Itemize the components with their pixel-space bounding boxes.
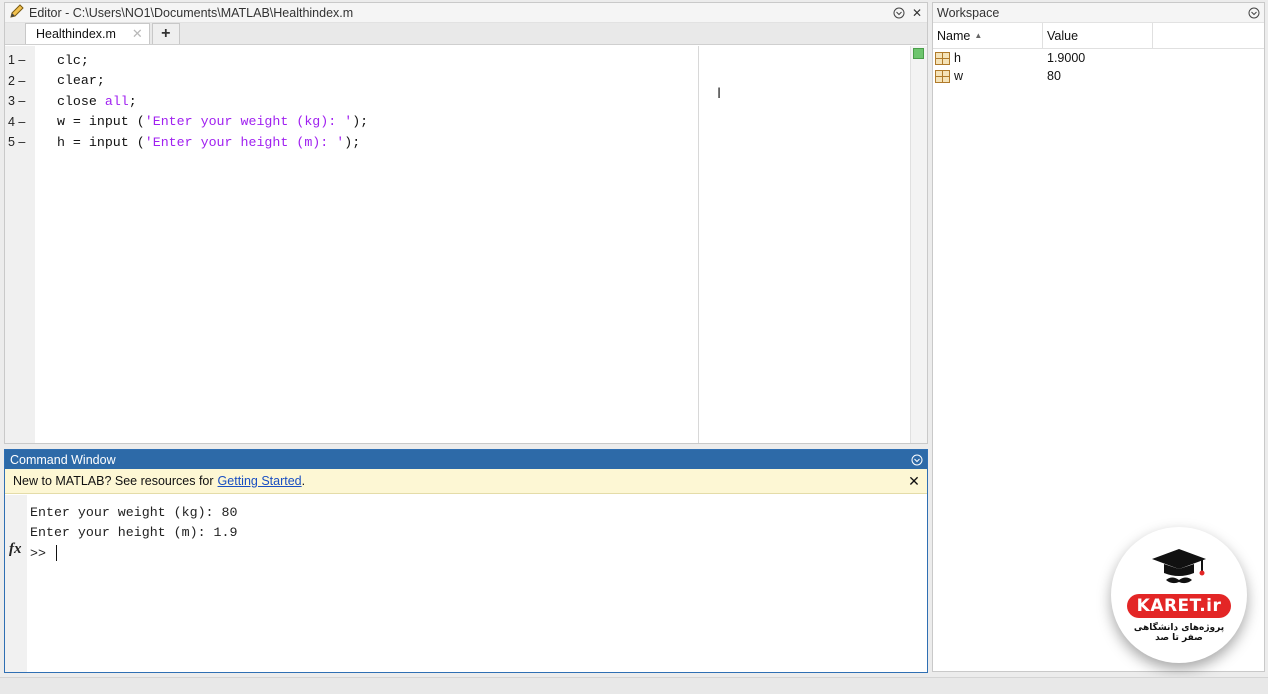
code-line[interactable]: 4 – w = input ('Enter your weight (kg): … (5, 112, 705, 133)
editor-titlebar: Editor - C:\Users\NO1\Documents\MATLAB\H… (5, 3, 927, 23)
notice-message: New to MATLAB? See resources for (13, 474, 214, 488)
logo-brand: KARET.ir (1126, 594, 1232, 618)
editor-menu-icon[interactable] (891, 5, 907, 21)
logo-subtitle-2: صفر تا صد (1155, 633, 1203, 643)
function-browser-icon[interactable]: fx (9, 541, 22, 558)
workspace-title: Workspace (937, 5, 1000, 20)
code-line[interactable]: 3 – close all; (5, 91, 705, 112)
variable-name: w (954, 69, 964, 83)
code-token: clc; (56, 52, 89, 68)
workspace-row[interactable]: h 1.9000 (933, 49, 1264, 67)
variable-name: h (954, 51, 961, 65)
karet-logo: KARET.ir پروژه‌های دانشگاهی صفر تا صد (1111, 527, 1247, 663)
workspace-table-header: Name ▲ Value (933, 22, 1264, 49)
editor-panel: Editor - C:\Users\NO1\Documents\MATLAB\H… (4, 2, 928, 444)
value-column-label: Value (1047, 28, 1079, 43)
keyword-token: all (104, 93, 129, 109)
tab-healthindex[interactable]: Healthindex.m ✕ (25, 23, 150, 44)
workspace-row[interactable]: w 80 (933, 67, 1264, 85)
code-token: w = input ( (56, 114, 145, 130)
editor-title: Editor - C:\Users\NO1\Documents\MATLAB\H… (29, 5, 354, 20)
name-column-header[interactable]: Name ▲ (933, 22, 1043, 49)
code-area[interactable]: 1 – clc; 2 – clear; 3 – close all; 4 – w = … (5, 46, 927, 443)
output-line: Enter your weight (kg): 80 (30, 504, 238, 520)
matlab-window: Editor - C:\Users\NO1\Documents\MATLAB\H… (0, 0, 1268, 694)
code-token: ); (352, 114, 369, 130)
command-window-title: Command Window (10, 452, 116, 467)
add-tab-button[interactable]: + (151, 23, 180, 44)
graduation-cap-icon (1148, 547, 1210, 590)
command-window-menu-icon[interactable] (909, 452, 925, 468)
notice-close-icon[interactable]: ✕ (906, 473, 922, 490)
editor-scrollbar[interactable] (910, 46, 927, 443)
code-analyzer-status-icon[interactable] (913, 48, 924, 59)
getting-started-link[interactable]: Getting Started (218, 474, 302, 488)
code-token: clear; (56, 73, 105, 89)
numeric-variable-icon (935, 69, 950, 83)
code-line[interactable]: 5 – h = input ('Enter your height (m): '… (5, 132, 705, 153)
editor-tabbar: Healthindex.m ✕ + (5, 23, 927, 45)
variable-value: 80 (1047, 69, 1061, 83)
tab-close-icon[interactable]: ✕ (132, 26, 143, 42)
line-number: 5 – (8, 135, 26, 150)
string-token: 'Enter your weight (kg): ' (144, 114, 353, 130)
value-column-header[interactable]: Value (1043, 22, 1153, 49)
output-line: Enter your height (m): 1.9 (30, 525, 238, 541)
command-window-titlebar: Command Window (5, 450, 927, 469)
workspace-menu-icon[interactable] (1246, 5, 1262, 21)
code-token: ; (128, 93, 137, 109)
code-token: close (56, 93, 105, 109)
workspace-titlebar: Workspace (933, 3, 1264, 23)
command-output: Enter your weight (kg): 80 Enter your he… (30, 502, 237, 564)
line-number: 4 – (8, 114, 26, 129)
command-window-panel: Command Window New to MATLAB? See resour… (4, 449, 928, 673)
variable-name-cell: h (933, 51, 1043, 65)
notice-text: New to MATLAB? See resources for Getting… (13, 474, 906, 488)
logo-subtitle: پروژه‌های دانشگاهی (1133, 623, 1225, 633)
code-token: h = input ( (56, 134, 145, 150)
code-lines[interactable]: 1 – clc; 2 – clear; 3 – close all; 4 – w = … (5, 50, 705, 153)
code-line[interactable]: 1 – clc; (5, 50, 705, 71)
command-gutter (5, 495, 27, 672)
editor-pencil-icon (9, 3, 25, 22)
variable-value: 1.9000 (1047, 51, 1086, 65)
code-line[interactable]: 2 – clear; (5, 71, 705, 92)
right-margin-line (698, 46, 699, 443)
variable-name-cell: w (933, 69, 1043, 83)
string-token: 'Enter your height (m): ' (144, 134, 345, 150)
numeric-variable-icon (935, 51, 950, 65)
status-bar (0, 677, 1268, 694)
tab-label: Healthindex.m (36, 27, 116, 41)
text-caret (55, 545, 57, 562)
editor-close-icon[interactable]: ✕ (909, 5, 925, 21)
command-prompt-line[interactable]: >> (30, 543, 237, 564)
line-number: 1 – (8, 53, 26, 68)
getting-started-notice: New to MATLAB? See resources for Getting… (5, 469, 927, 494)
line-number: 3 – (8, 94, 26, 109)
mouse-ibeam-cursor-icon: I (717, 86, 722, 102)
command-prompt: >> (30, 545, 46, 561)
sort-ascending-icon: ▲ (974, 31, 983, 40)
command-window-body[interactable]: Enter your weight (kg): 80 Enter your he… (5, 495, 927, 672)
code-token: ); (344, 134, 361, 150)
line-number: 2 – (8, 73, 26, 88)
name-column-label: Name (937, 28, 971, 43)
notice-period: . (301, 474, 306, 488)
